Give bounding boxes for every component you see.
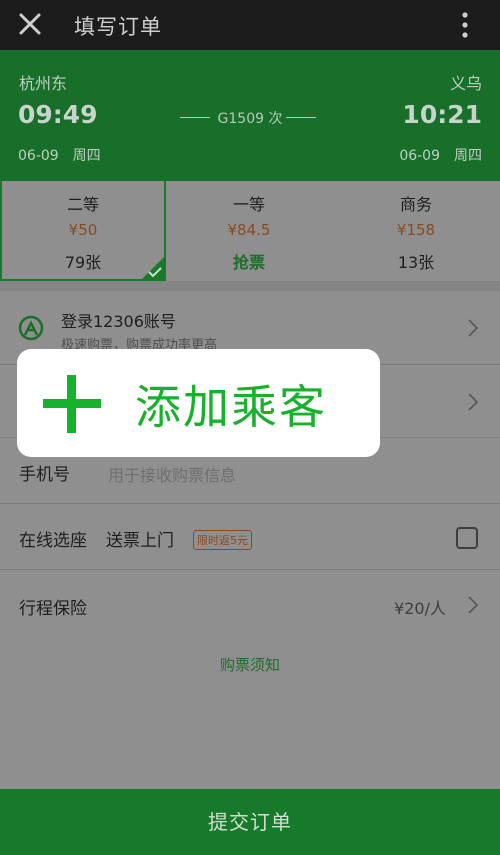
seat-name: 一等 (232, 195, 265, 214)
route-line-right (286, 117, 316, 118)
seat-name: 二等 (66, 195, 99, 214)
more-vertical-icon[interactable] (452, 10, 478, 40)
departure-date: 06-09 周四 (18, 148, 101, 164)
seat-count: 13张 (397, 253, 435, 272)
submit-order-button[interactable]: 提交订单 (0, 789, 500, 855)
chevron-right-icon (468, 319, 478, 337)
insurance-price: ¥20/人 (394, 599, 446, 618)
online-seat-selection-row: 在线选座 送票上门 限时返5元 (0, 504, 500, 570)
purchase-notice-link[interactable]: 购票须知 (0, 654, 500, 675)
seat-option-first-class[interactable]: 一等 ¥84.5 抢票 (166, 181, 332, 281)
top-bar: 填写订单 (0, 0, 500, 50)
insurance-label: 行程保险 (19, 599, 87, 619)
seat-price: ¥158 (396, 221, 436, 239)
departure-time: 09:49 (18, 100, 98, 129)
chevron-right-icon (468, 596, 478, 614)
phone-label: 手机号 (19, 465, 70, 485)
train-info: 杭州东 义乌 09:49 10:21 G1509 次 06-09 周四 06-0… (0, 50, 500, 181)
chevron-right-icon (468, 393, 478, 411)
seat-option-second-class[interactable]: 二等 ¥50 79张 (0, 181, 166, 281)
promo-badge: 限时返5元 (193, 530, 252, 550)
login-title: 登录12306账号 (61, 312, 176, 331)
plus-icon (43, 375, 101, 433)
seat-class-selector: 二等 ¥50 79张 一等 ¥84.5 抢票 商务 ¥158 13张 (0, 181, 500, 281)
add-passenger-label: 添加乘客 (135, 380, 327, 434)
seat-name: 商务 (399, 195, 432, 214)
insurance-row[interactable]: 行程保险 ¥20/人 (0, 570, 500, 640)
seat-count: 79张 (64, 253, 102, 272)
railway-logo-icon (18, 315, 44, 341)
online-seat-label: 在线选座 (19, 531, 87, 551)
section-divider (0, 281, 500, 291)
arrival-station: 义乌 (449, 74, 482, 93)
seat-option-business-class[interactable]: 商务 ¥158 13张 (333, 181, 499, 281)
seat-price: ¥84.5 (227, 221, 271, 239)
train-number: G1509 次 (217, 111, 283, 127)
page-title: 填写订单 (74, 15, 162, 39)
add-passenger-highlight[interactable]: 添加乘客 (17, 349, 380, 457)
delivery-checkbox[interactable] (456, 527, 478, 549)
departure-station: 杭州东 (19, 74, 68, 93)
grab-ticket-label: 抢票 (232, 253, 265, 272)
arrival-date: 06-09 周四 (399, 148, 482, 164)
check-icon (148, 267, 162, 278)
ticket-delivery-label: 送票上门 (106, 531, 174, 551)
arrival-time: 10:21 (402, 100, 482, 129)
close-icon[interactable] (17, 11, 43, 37)
phone-input[interactable]: 用于接收购票信息 (108, 462, 236, 486)
seat-price: ¥50 (68, 221, 98, 239)
